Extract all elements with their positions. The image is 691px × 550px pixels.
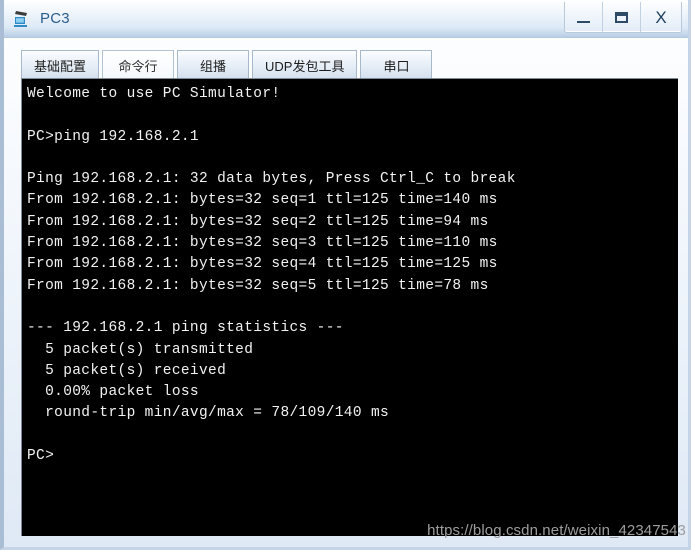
tab-label: 命令行 [118, 58, 158, 74]
terminal-line: PC>ping 192.168.2.1 [27, 128, 199, 145]
pc-simulator-icon [12, 8, 34, 30]
tab-bar: 基础配置 命令行 组播 UDP发包工具 串口 [21, 46, 688, 79]
terminal-line: round-trip min/avg/max = 78/109/140 ms [27, 405, 390, 422]
minimize-button[interactable] [565, 2, 603, 32]
close-icon: X [655, 7, 667, 27]
title-bar: PC3 X [4, 0, 688, 38]
terminal-line: 5 packet(s) transmitted [27, 341, 254, 358]
terminal-line: From 192.168.2.1: bytes=32 seq=2 ttl=125… [27, 213, 489, 230]
tab-udp-tool[interactable]: UDP发包工具 [252, 50, 358, 79]
tab-multicast[interactable]: 组播 [177, 50, 250, 79]
tab-label: 串口 [383, 58, 410, 74]
tab-label: UDP发包工具 [265, 58, 345, 74]
terminal-line: From 192.168.2.1: bytes=32 seq=4 ttl=125… [27, 256, 498, 273]
close-button[interactable]: X [641, 2, 681, 32]
maximize-icon [615, 11, 628, 23]
tab-basic-config[interactable]: 基础配置 [21, 50, 100, 79]
terminal-output: Welcome to use PC Simulator! PC>ping 192.… [22, 79, 678, 467]
terminal-line: From 192.168.2.1: bytes=32 seq=1 ttl=125… [27, 192, 498, 209]
tab-label: 组播 [200, 58, 227, 74]
terminal-line: 0.00% packet loss [27, 384, 199, 401]
window-controls: X [564, 2, 682, 33]
terminal-console[interactable]: Welcome to use PC Simulator! PC>ping 192.… [21, 78, 678, 536]
tab-label: 基础配置 [34, 58, 87, 74]
terminal-line: --- 192.168.2.1 ping statistics --- [27, 320, 344, 337]
tab-command-line[interactable]: 命令行 [102, 50, 175, 79]
tab-serial-port[interactable]: 串口 [360, 50, 433, 79]
terminal-line: From 192.168.2.1: bytes=32 seq=3 ttl=125… [27, 235, 498, 252]
maximize-button[interactable] [603, 2, 641, 32]
terminal-line: From 192.168.2.1: bytes=32 seq=5 ttl=125… [27, 277, 489, 294]
terminal-line: PC> [27, 448, 55, 465]
terminal-line: Ping 192.168.2.1: 32 data bytes, Press C… [27, 171, 516, 188]
watermark: https://blog.csdn.net/weixin_42347543 [427, 522, 686, 539]
minimize-icon [577, 20, 590, 23]
terminal-line: 5 packet(s) received [27, 362, 227, 379]
pc-simulator-window: PC3 X 基础配置 命令行 组播 UDP发包工具 串口 Welcome to … [0, 0, 691, 550]
window-title: PC3 [40, 9, 70, 27]
terminal-line: Welcome to use PC Simulator! [27, 86, 281, 102]
